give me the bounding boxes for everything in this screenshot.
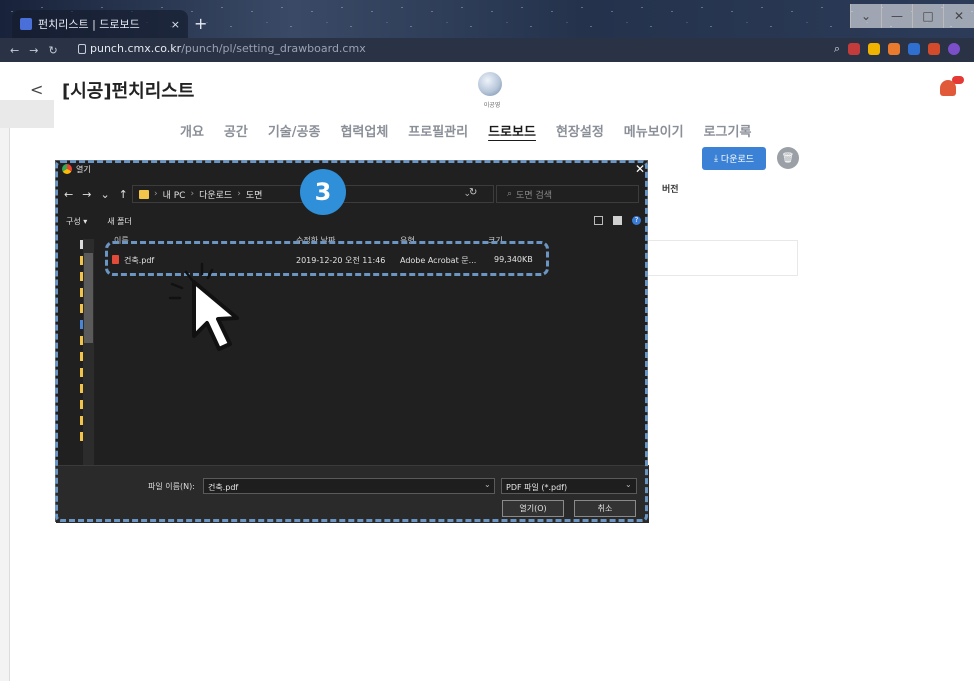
mouse-cursor-icon <box>168 262 239 351</box>
url-host: punch.cmx.co.kr <box>90 42 182 55</box>
close-window-button[interactable]: ✕ <box>943 4 974 28</box>
tab-space[interactable]: 공간 <box>224 121 248 140</box>
dialog-highlight-frame <box>55 160 648 522</box>
minimize-button[interactable]: — <box>881 4 912 28</box>
tab-partners[interactable]: 협력업체 <box>340 121 388 140</box>
url-path: /punch/pl/setting_drawboard.cmx <box>181 42 366 55</box>
window-controls: ⌄ — □ ✕ <box>850 4 974 28</box>
tab-log[interactable]: 로그기록 <box>704 121 752 140</box>
tab-close-icon[interactable]: × <box>171 18 180 31</box>
trash-icon[interactable]: 🗑 <box>777 147 799 169</box>
extension-icon[interactable] <box>928 43 940 55</box>
download-button[interactable]: ⤓ 다운로드 <box>702 147 766 170</box>
download-icon: ⤓ <box>713 153 718 164</box>
extensions: ⌕ <box>834 42 960 56</box>
avatar-name: 이공영 <box>483 102 501 109</box>
tab-search-icon[interactable]: ⌄ <box>850 4 881 28</box>
favicon-icon <box>20 18 32 30</box>
version-cell <box>640 240 798 276</box>
background-window <box>0 100 54 128</box>
tab-title: 펀치리스트 | 드로보드 <box>38 18 140 31</box>
extension-icon[interactable] <box>908 43 920 55</box>
page-title: [시공]펀치리스트 <box>62 81 195 102</box>
forward-nav-icon[interactable]: → <box>29 44 38 57</box>
extension-icon[interactable] <box>868 43 880 55</box>
new-tab-button[interactable]: + <box>194 14 207 33</box>
extension-icon[interactable] <box>848 43 860 55</box>
tab-site-settings[interactable]: 현장설정 <box>556 121 604 140</box>
tab-overview[interactable]: 개요 <box>180 121 204 140</box>
screenshot-root: { "browser": { "tab_title": "펀치리스트 | 드로보… <box>0 0 974 681</box>
url-field[interactable]: punch.cmx.co.kr/punch/pl/setting_drawboa… <box>90 42 366 55</box>
browser-tabbar: 펀치리스트 | 드로보드 × + ⌄ — □ ✕ <box>0 0 974 38</box>
zoom-icon[interactable]: ⌕ <box>834 42 840 56</box>
tab-drawboard[interactable]: 드로보드 <box>488 121 536 140</box>
bell-icon[interactable] <box>940 80 956 96</box>
back-nav-icon[interactable]: ← <box>10 44 19 57</box>
avatar[interactable] <box>478 72 502 96</box>
lock-icon <box>78 44 86 54</box>
back-button[interactable]: < <box>30 80 43 99</box>
tab-profile[interactable]: 프로필관리 <box>408 121 468 140</box>
maximize-button[interactable]: □ <box>912 4 943 28</box>
left-window-edge <box>0 100 10 681</box>
version-column-label: 버전 <box>662 185 679 195</box>
profile-icon[interactable] <box>948 43 960 55</box>
settings-tabs: 개요 공간 기술/공종 협력업체 프로필관리 드로보드 현장설정 메뉴보이기 로… <box>180 121 751 140</box>
reload-icon[interactable]: ↻ <box>48 44 57 57</box>
extension-icon[interactable] <box>888 43 900 55</box>
tab-trade[interactable]: 기술/공종 <box>268 121 321 140</box>
download-label: 다운로드 <box>720 155 755 165</box>
browser-tab[interactable]: 펀치리스트 | 드로보드 × <box>12 10 188 38</box>
address-bar: ← → ↻ punch.cmx.co.kr/punch/pl/setting_d… <box>0 38 974 62</box>
tab-menu-visibility[interactable]: 메뉴보이기 <box>624 121 684 140</box>
step-number-badge: 3 <box>300 169 346 215</box>
